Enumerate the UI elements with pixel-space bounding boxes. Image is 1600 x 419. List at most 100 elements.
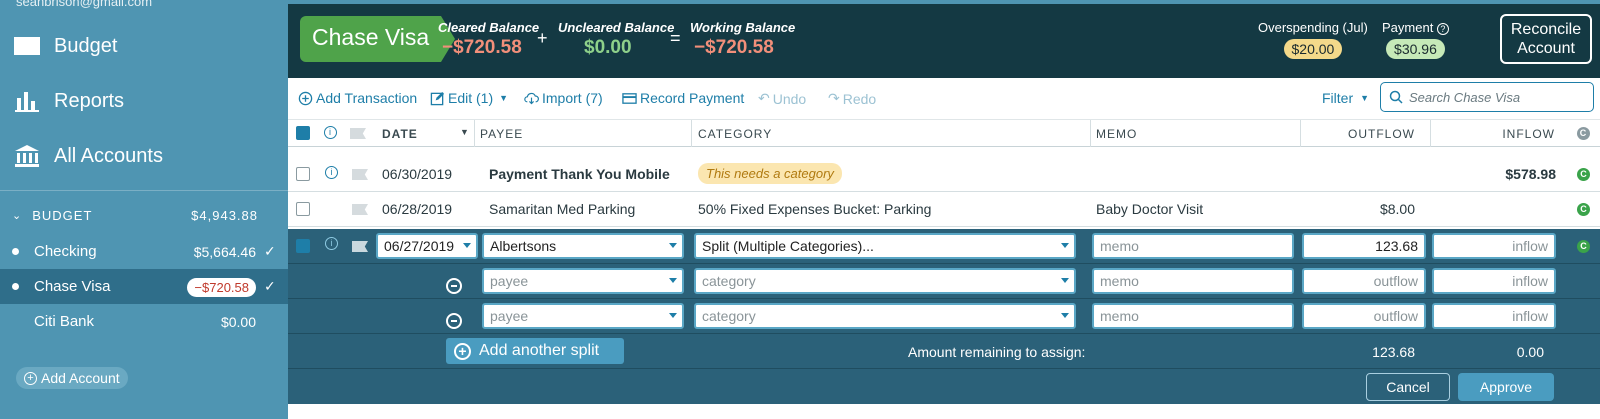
split-memo-field[interactable]: memo xyxy=(1092,303,1294,329)
add-split-button[interactable]: + Add another split xyxy=(446,338,624,364)
caret-down-icon xyxy=(1061,278,1069,283)
sidebar-account-chase-visa[interactable]: Chase Visa −$720.58 ✓ xyxy=(0,269,288,304)
split-inflow-field[interactable]: inflow xyxy=(1432,268,1556,294)
info-icon[interactable]: i xyxy=(325,166,338,179)
record-payment-button[interactable]: Record Payment xyxy=(622,90,744,106)
needs-category-badge[interactable]: This needs a category xyxy=(698,163,842,184)
checkmark-icon: ✓ xyxy=(264,243,276,259)
flag-icon[interactable] xyxy=(352,169,368,180)
column-category[interactable]: CATEGORY xyxy=(698,127,772,141)
overspending-indicator[interactable]: Overspending (Jul) $20.00 xyxy=(1258,20,1368,59)
info-icon[interactable]: i xyxy=(325,237,338,250)
cleared-column-icon: C xyxy=(1577,127,1590,140)
nav-all-accounts[interactable]: All Accounts xyxy=(14,144,163,168)
cancel-button[interactable]: Cancel xyxy=(1366,373,1450,401)
split-category-field[interactable]: category xyxy=(694,303,1076,329)
plus-circle-icon xyxy=(298,91,313,105)
payee-field[interactable]: Albertsons xyxy=(482,233,684,259)
split-outflow-field[interactable]: outflow xyxy=(1302,303,1426,329)
add-account-button[interactable]: + Add Account xyxy=(16,367,128,389)
row-checkbox[interactable] xyxy=(296,239,310,253)
remaining-inflow: 0.00 xyxy=(1516,344,1544,360)
remaining-outflow: 123.68 xyxy=(1372,344,1415,360)
caret-down-icon xyxy=(1061,313,1069,318)
nav-budget[interactable]: Budget xyxy=(14,34,117,58)
row-memo: Baby Doctor Visit xyxy=(1096,201,1204,217)
uncleared-balance: Uncleared Balance $0.00 xyxy=(558,20,675,58)
account-balance: $5,664.46 xyxy=(193,243,256,260)
column-date[interactable]: DATE xyxy=(382,127,418,141)
split-memo-field[interactable]: memo xyxy=(1092,268,1294,294)
uncleared-balance-value: $0.00 xyxy=(584,37,632,58)
edit-row-main: i 06/27/2019 Albertsons Split (Multiple … xyxy=(288,229,1600,264)
search-input[interactable]: Search Chase Visa xyxy=(1380,82,1594,112)
column-payee[interactable]: PAYEE xyxy=(480,127,523,141)
caret-down-icon xyxy=(1061,243,1069,248)
split-category-field[interactable]: category xyxy=(694,268,1076,294)
row-date: 06/28/2019 xyxy=(382,201,453,217)
column-memo[interactable]: MEMO xyxy=(1096,127,1137,141)
working-balance-value: −$720.58 xyxy=(694,37,774,58)
category-field[interactable]: Split (Multiple Categories)... xyxy=(694,233,1076,259)
cleared-balance: Cleared Balance −$720.58 xyxy=(438,20,540,58)
flag-icon[interactable] xyxy=(352,204,368,215)
budget-group-header[interactable]: ⌄ BUDGET $4,943.88 xyxy=(12,208,258,223)
date-field[interactable]: 06/27/2019 xyxy=(376,233,478,259)
table-row[interactable]: 06/28/2019 Samaritan Med Parking 50% Fix… xyxy=(288,192,1600,227)
sidebar-account-citi-bank[interactable]: Citi Bank $0.00 xyxy=(0,304,288,339)
split-payee-field[interactable]: payee xyxy=(482,303,684,329)
import-button[interactable]: Import (7) xyxy=(524,90,603,106)
payment-indicator[interactable]: Payment ? $30.96 xyxy=(1382,20,1449,59)
undo-button[interactable]: ↶ Undo xyxy=(758,90,806,107)
edit-menu-button[interactable]: Edit (1) ▼ xyxy=(430,90,508,106)
cleared-icon[interactable]: C xyxy=(1577,203,1590,216)
inflow-field[interactable]: inflow xyxy=(1432,233,1556,259)
help-icon: ? xyxy=(1436,23,1449,35)
redo-icon: ↷ xyxy=(828,90,840,106)
grid-header: i DATE ▼ PAYEE CATEGORY MEMO OUTFLOW INF… xyxy=(288,120,1600,147)
split-payee-field[interactable]: payee xyxy=(482,268,684,294)
edit-icon xyxy=(430,91,445,105)
cleared-icon[interactable]: C xyxy=(1577,168,1590,181)
reconcile-account-button[interactable]: Reconcile Account xyxy=(1500,14,1592,64)
memo-field[interactable]: memo xyxy=(1092,233,1294,259)
transaction-edit-panel: i 06/27/2019 Albertsons Split (Multiple … xyxy=(288,229,1600,404)
table-row[interactable]: i 06/30/2019 Payment Thank You Mobile Th… xyxy=(288,157,1600,192)
remove-split-icon[interactable] xyxy=(446,278,462,294)
plus-circle-icon: + xyxy=(454,342,471,360)
nav-all-accounts-label: All Accounts xyxy=(54,144,163,167)
nav-reports[interactable]: Reports xyxy=(14,89,124,113)
split-outflow-field[interactable]: outflow xyxy=(1302,268,1426,294)
row-category: 50% Fixed Expenses Bucket: Parking xyxy=(698,201,932,217)
plus-sign: + xyxy=(537,28,548,48)
outflow-field[interactable]: 123.68 xyxy=(1302,233,1426,259)
column-outflow[interactable]: OUTFLOW xyxy=(1348,127,1415,141)
row-payee: Payment Thank You Mobile xyxy=(489,166,670,182)
budget-group-label: BUDGET xyxy=(32,208,93,223)
approve-button[interactable]: Approve xyxy=(1458,373,1554,401)
select-all-checkbox[interactable] xyxy=(296,126,310,140)
search-placeholder: Search Chase Visa xyxy=(1409,89,1521,105)
column-inflow[interactable]: INFLOW xyxy=(1502,127,1555,141)
split-inflow-field[interactable]: inflow xyxy=(1432,303,1556,329)
nav-reports-label: Reports xyxy=(54,89,125,112)
chevron-down-icon: ⌄ xyxy=(12,210,23,222)
redo-button[interactable]: ↷ Redo xyxy=(828,90,876,107)
add-account-label: Add Account xyxy=(41,370,120,386)
cleared-icon[interactable]: C xyxy=(1577,240,1590,253)
remove-split-icon[interactable] xyxy=(446,313,462,329)
cleared-balance-value: −$720.58 xyxy=(442,37,522,58)
sidebar-account-checking[interactable]: Checking $5,664.46 ✓ xyxy=(0,234,288,269)
edit-actions-row: Cancel Approve xyxy=(288,369,1600,404)
row-checkbox[interactable] xyxy=(296,167,310,181)
flag-icon[interactable] xyxy=(352,241,368,252)
sidebar-divider xyxy=(0,190,288,191)
account-name: Chase Visa xyxy=(34,278,111,295)
row-checkbox[interactable] xyxy=(296,202,310,216)
bank-icon xyxy=(15,145,39,167)
account-balance: $0.00 xyxy=(220,313,256,330)
row-payee: Samaritan Med Parking xyxy=(489,201,636,217)
add-transaction-button[interactable]: Add Transaction xyxy=(298,90,417,106)
envelope-icon xyxy=(14,37,40,55)
filter-button[interactable]: Filter ▼ xyxy=(1322,90,1369,106)
